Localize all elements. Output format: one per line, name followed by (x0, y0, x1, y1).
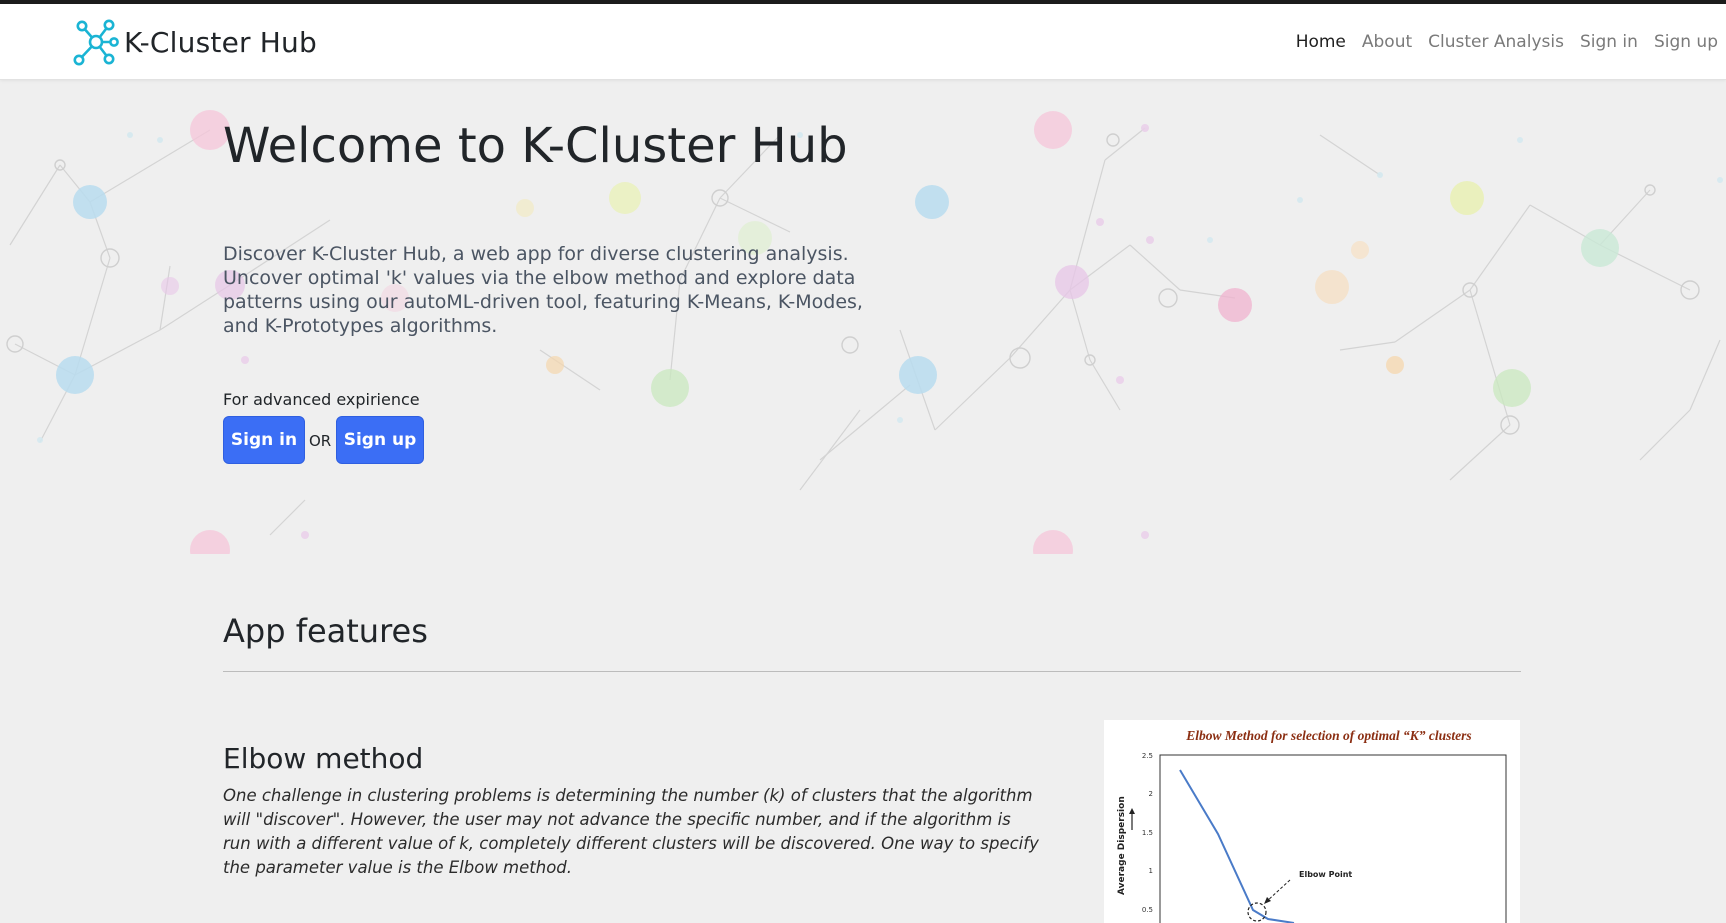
advanced-experience-label: For advanced expirience (223, 390, 420, 409)
elbow-method-figure: Elbow Method for selection of optimal “K… (1104, 720, 1520, 923)
elbow-ytick-3: 1 (1149, 867, 1153, 875)
brand-name: K-Cluster Hub (124, 25, 317, 59)
cluster-network-icon (73, 19, 119, 66)
elbow-figure-drawing: Elbow Method for selection of optimal “K… (1117, 728, 1507, 923)
elbow-point-pointer (1265, 879, 1291, 903)
sign-in-button[interactable]: Sign in (223, 416, 305, 464)
elbow-curve (1179, 769, 1295, 923)
features-heading: App features (223, 612, 428, 650)
elbow-figure-frame (1159, 754, 1507, 923)
brand[interactable]: K-Cluster Hub (72, 16, 317, 68)
nav-sign-in[interactable]: Sign in (1572, 28, 1646, 56)
sign-up-button[interactable]: Sign up (336, 416, 424, 464)
elbow-figure-title: Elbow Method for selection of optimal “K… (1185, 728, 1471, 743)
hero-title: Welcome to K-Cluster Hub (223, 118, 848, 174)
elbow-ytick-1: 2 (1149, 790, 1153, 798)
or-separator: OR (309, 432, 332, 450)
elbow-ytick-2: 1.5 (1142, 829, 1153, 837)
navbar: K-Cluster Hub Home About Cluster Analysi… (0, 4, 1726, 80)
nav-home[interactable]: Home (1288, 28, 1354, 56)
elbow-ytick-0: 2.5 (1142, 752, 1153, 760)
elbow-ytick-4: 0.5 (1142, 906, 1153, 914)
features-divider (223, 671, 1521, 672)
hero-description: Discover K-Cluster Hub, a web app for di… (223, 243, 863, 337)
nav-sign-up[interactable]: Sign up (1646, 28, 1726, 56)
elbow-ylabel-arrowhead (1129, 808, 1135, 814)
elbow-point-annotation: Elbow Point (1299, 870, 1352, 879)
elbow-method-heading: Elbow method (223, 742, 424, 775)
nav-links: Home About Cluster Analysis Sign in Sign… (1288, 28, 1726, 56)
elbow-method-description: One challenge in clustering problems is … (223, 786, 1039, 877)
nav-cluster-analysis[interactable]: Cluster Analysis (1420, 28, 1572, 56)
elbow-ylabel: Average Dispersion (1117, 796, 1127, 895)
nav-about[interactable]: About (1354, 28, 1420, 56)
